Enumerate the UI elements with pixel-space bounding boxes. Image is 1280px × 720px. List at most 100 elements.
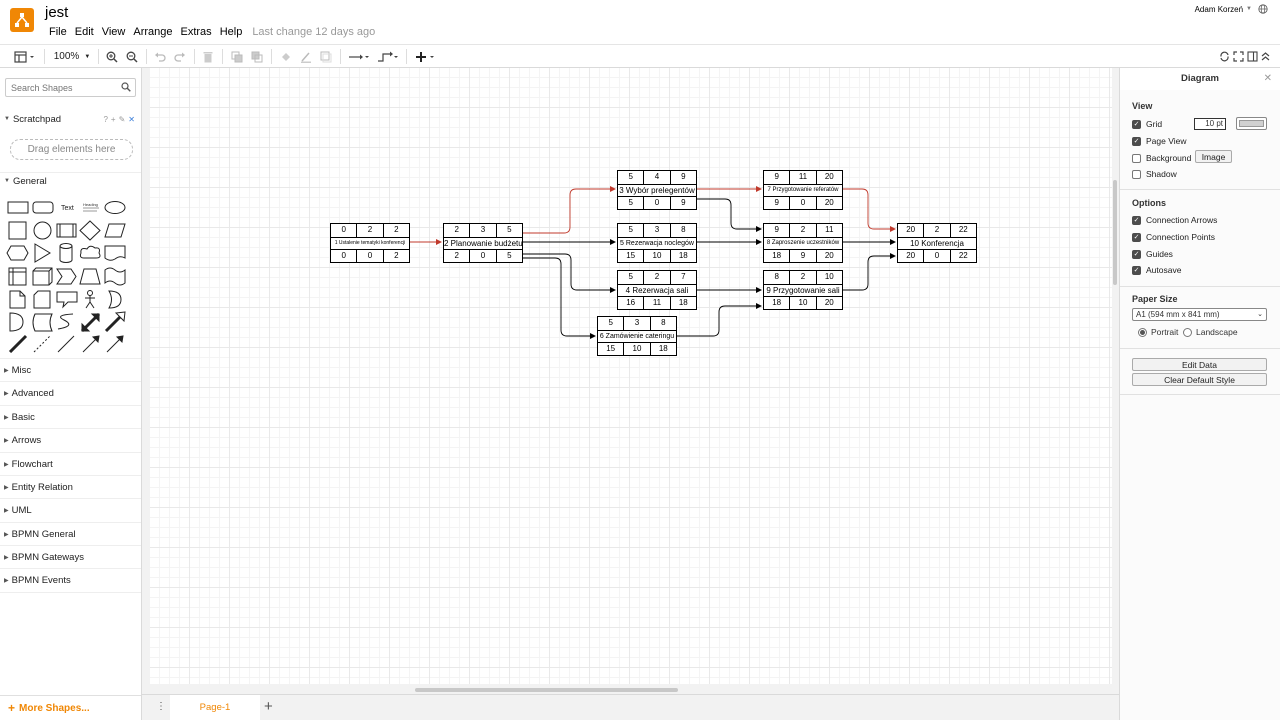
shape-directional-connector[interactable] <box>82 335 100 353</box>
section-bpmn-gateways[interactable]: ▶ BPMN Gateways <box>0 546 141 568</box>
menu-help[interactable]: Help <box>216 26 247 38</box>
task-node-3[interactable]: 5 49 3 Wybór prelegentów 5 09 <box>617 170 697 210</box>
section-scratchpad[interactable]: ▼ Scratchpad ? + ✎ ✕ <box>0 108 141 130</box>
format-panel-title[interactable]: Diagram <box>1120 68 1280 90</box>
format-panel-icon[interactable] <box>12 48 38 65</box>
shape-dashed-line[interactable] <box>33 335 51 353</box>
shape-trapezoid[interactable] <box>79 268 101 285</box>
section-uml[interactable]: ▶ UML <box>0 499 141 521</box>
shape-callout[interactable] <box>56 291 78 309</box>
connection-arrows-checkbox[interactable]: ✓ Connection Arrows <box>1132 215 1217 225</box>
shape-arrow[interactable] <box>104 311 126 333</box>
task-node-9[interactable]: 8 2 10 9 Przygotowanie sali 18 10 20 <box>763 270 843 310</box>
section-misc[interactable]: ▶ Misc <box>0 359 141 381</box>
task-node-1[interactable]: 022 1 Ustalenie tematyki konferencji 002 <box>330 223 410 263</box>
insert-icon[interactable] <box>414 48 438 65</box>
delete-icon[interactable] <box>200 48 216 65</box>
collapse-icon[interactable] <box>1258 48 1272 65</box>
shape-rectangle[interactable] <box>7 201 29 214</box>
shape-cloud[interactable] <box>79 245 101 259</box>
shape-document[interactable] <box>104 245 126 261</box>
shape-cylinder[interactable] <box>59 243 73 263</box>
task-node-8[interactable]: 9 2 11 8 Zaproszenie uczestników 18 9 20 <box>763 223 843 263</box>
background-checkbox[interactable]: Background <box>1132 153 1191 163</box>
shape-parallelogram[interactable] <box>104 223 126 238</box>
menu-file[interactable]: File <box>45 26 71 38</box>
shadow-icon[interactable] <box>318 48 334 65</box>
edit-icon[interactable]: ✎ <box>119 115 126 124</box>
menu-edit[interactable]: Edit <box>71 26 98 38</box>
shape-square[interactable] <box>8 221 27 240</box>
shape-tape[interactable] <box>104 267 126 286</box>
shape-connector[interactable] <box>106 335 124 353</box>
search-icon[interactable] <box>121 82 131 95</box>
zoom-select[interactable]: 100% ▼ <box>52 48 92 65</box>
zoom-in-icon[interactable] <box>104 48 120 65</box>
task-node-5[interactable]: 5 38 5 Rezerwacja noclegów 15 10 18 <box>617 223 697 263</box>
portrait-radio[interactable]: Portrait <box>1138 327 1178 337</box>
task-node-10[interactable]: 20 2 22 10 Konferencja 20 0 22 <box>897 223 977 263</box>
grid-size-input[interactable]: 10 pt <box>1194 118 1226 130</box>
section-bpmn-general[interactable]: ▶ BPMN General <box>0 523 141 545</box>
connection-icon[interactable] <box>347 48 371 65</box>
menu-extras[interactable]: Extras <box>177 26 216 38</box>
guides-checkbox[interactable]: ✓ Guides <box>1132 249 1173 259</box>
shape-thin-line[interactable] <box>57 335 75 353</box>
shape-actor[interactable] <box>85 290 95 309</box>
scratchpad-drop-zone[interactable]: Drag elements here <box>10 139 133 160</box>
shape-diamond[interactable] <box>79 220 101 241</box>
shape-hexagon[interactable] <box>6 245 29 261</box>
add-icon[interactable]: + <box>111 115 116 124</box>
section-general[interactable]: ▼ General <box>0 170 141 192</box>
paper-size-select[interactable]: A1 (594 mm x 841 mm) ⌄ <box>1132 308 1267 321</box>
shape-bidirectional-arrow[interactable] <box>80 312 101 333</box>
horizontal-scrollbar[interactable] <box>415 688 678 692</box>
close-icon[interactable]: ✕ <box>128 115 135 124</box>
landscape-radio[interactable]: Landscape <box>1183 327 1238 337</box>
help-icon[interactable]: ? <box>103 115 107 124</box>
shape-circle[interactable] <box>33 221 52 240</box>
user-name[interactable]: Adam Korzeń <box>1195 5 1243 14</box>
shape-line[interactable] <box>8 334 28 353</box>
diagram-page[interactable] <box>150 68 1112 684</box>
shape-text[interactable]: Text <box>61 205 74 212</box>
document-title[interactable]: jest <box>45 4 68 21</box>
shape-internal-storage[interactable] <box>8 267 27 286</box>
shape-triangle[interactable] <box>34 243 51 263</box>
vertical-scrollbar[interactable] <box>1113 180 1117 285</box>
to-front-icon[interactable] <box>229 48 245 65</box>
shape-step[interactable] <box>56 268 77 285</box>
grid-checkbox[interactable]: ✓ Grid <box>1132 119 1162 129</box>
shape-data-storage[interactable] <box>32 313 53 332</box>
undo-icon[interactable] <box>152 48 168 65</box>
task-node-7[interactable]: 9 11 20 7 Przygotowanie referatów 9 0 20 <box>763 170 843 210</box>
shape-card[interactable] <box>33 290 51 309</box>
edit-data-button[interactable]: Edit Data <box>1132 358 1267 371</box>
section-bpmn-events[interactable]: ▶ BPMN Events <box>0 569 141 591</box>
shape-rounded-rectangle[interactable] <box>32 201 54 214</box>
globe-icon[interactable] <box>1258 4 1268 14</box>
fill-color-icon[interactable] <box>278 48 294 65</box>
autosave-checkbox[interactable]: ✓ Autosave <box>1132 265 1181 275</box>
task-node-6[interactable]: 5 38 6 Zamówienie cateringu 15 10 18 <box>597 316 677 356</box>
close-icon[interactable]: ✕ <box>1264 73 1272 84</box>
redo-icon[interactable] <box>172 48 188 65</box>
format-icon[interactable] <box>1245 48 1259 65</box>
section-flowchart[interactable]: ▶ Flowchart <box>0 453 141 475</box>
add-page-icon[interactable]: + <box>264 698 273 715</box>
search-input[interactable] <box>6 79 116 96</box>
fit-icon[interactable] <box>1217 48 1231 65</box>
page-tab-active[interactable]: Page-1 <box>170 695 260 720</box>
line-color-icon[interactable] <box>298 48 314 65</box>
shape-and[interactable] <box>9 312 24 332</box>
pages-menu-icon[interactable]: ⋮ <box>156 701 166 712</box>
section-advanced[interactable]: ▶ Advanced <box>0 382 141 404</box>
shape-cube[interactable] <box>32 267 53 286</box>
more-shapes-button[interactable]: + More Shapes... <box>0 695 141 720</box>
waypoints-icon[interactable] <box>376 48 400 65</box>
menu-arrange[interactable]: Arrange <box>129 26 176 38</box>
to-back-icon[interactable] <box>249 48 265 65</box>
connection-points-checkbox[interactable]: ✓ Connection Points <box>1132 232 1215 242</box>
shape-ellipse[interactable] <box>104 201 126 214</box>
fullscreen-icon[interactable] <box>1231 48 1245 65</box>
